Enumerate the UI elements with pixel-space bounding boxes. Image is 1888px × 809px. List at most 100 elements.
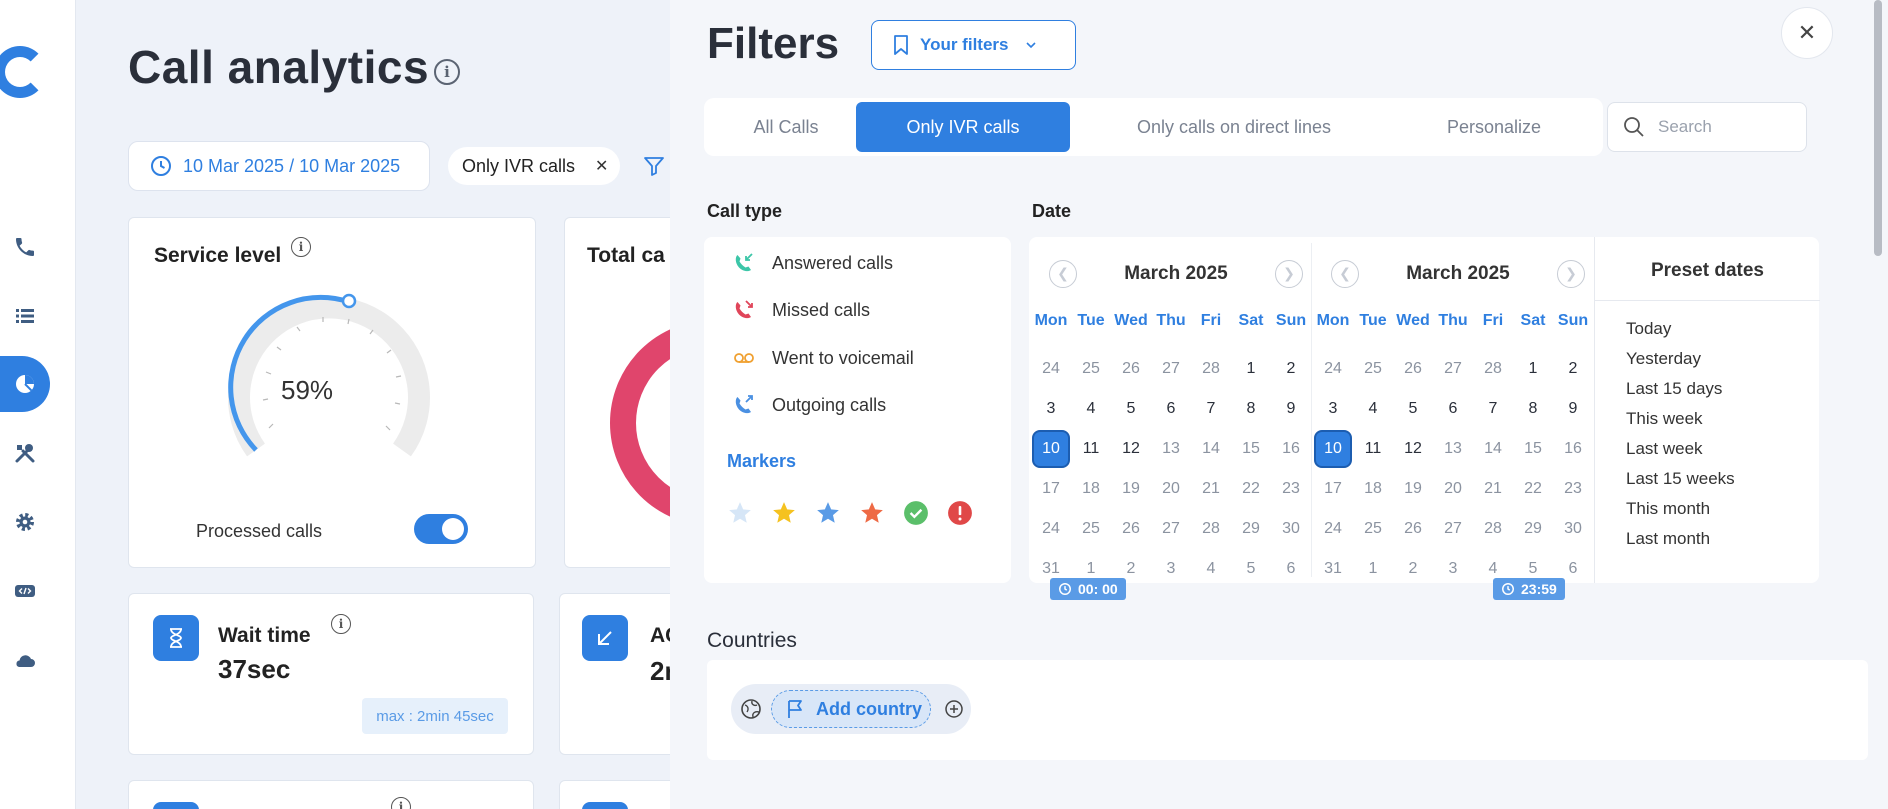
- calendar-day[interactable]: 29: [1513, 509, 1553, 549]
- calendar-day[interactable]: 14: [1191, 429, 1231, 469]
- end-time-badge[interactable]: 23:59: [1493, 578, 1565, 600]
- call-type-outgoing[interactable]: Outgoing calls: [732, 391, 886, 419]
- calendar-day[interactable]: 27: [1433, 349, 1473, 389]
- calendar-day[interactable]: 19: [1393, 469, 1433, 509]
- calendar-day[interactable]: 26: [1393, 509, 1433, 549]
- tab-all-calls[interactable]: All Calls: [712, 102, 860, 152]
- calendar-day[interactable]: 23: [1271, 469, 1311, 509]
- calendar-day[interactable]: 26: [1111, 509, 1151, 549]
- calendar-day[interactable]: 6: [1151, 389, 1191, 429]
- plus-circle-icon[interactable]: [944, 699, 964, 719]
- calendar-day[interactable]: 25: [1353, 509, 1393, 549]
- calendar-day[interactable]: 1: [1353, 549, 1393, 589]
- calendar-day[interactable]: 18: [1353, 469, 1393, 509]
- calendar-day[interactable]: 3: [1313, 389, 1353, 429]
- calendar-day[interactable]: 3: [1433, 549, 1473, 589]
- info-icon[interactable]: i: [434, 59, 460, 85]
- date-range-button[interactable]: 10 Mar 2025 / 10 Mar 2025: [128, 141, 430, 191]
- calendar-day[interactable]: 23: [1553, 469, 1593, 509]
- tab-only-direct-lines[interactable]: Only calls on direct lines: [1078, 102, 1390, 152]
- add-country-button[interactable]: Add country: [771, 690, 931, 728]
- start-time-badge[interactable]: 00: 00: [1050, 578, 1126, 600]
- star-orange-icon[interactable]: [858, 499, 886, 527]
- calendar-day[interactable]: 28: [1473, 349, 1513, 389]
- calendar-day[interactable]: 5: [1393, 389, 1433, 429]
- calendar-day[interactable]: 24: [1313, 349, 1353, 389]
- pie-chart-icon[interactable]: [0, 356, 50, 412]
- calendar-day[interactable]: 7: [1473, 389, 1513, 429]
- call-type-voicemail[interactable]: Went to voicemail: [732, 344, 914, 372]
- calendar-day[interactable]: 13: [1151, 429, 1191, 469]
- calendar-day[interactable]: 1: [1513, 349, 1553, 389]
- star-outline-icon[interactable]: [726, 499, 754, 527]
- calendar-day[interactable]: 16: [1553, 429, 1593, 469]
- preset-last-month[interactable]: Last month: [1626, 529, 1710, 549]
- scrollbar[interactable]: [1868, 0, 1888, 809]
- calendar-day[interactable]: 28: [1191, 349, 1231, 389]
- calendar-day[interactable]: 1: [1231, 349, 1271, 389]
- calendar-day[interactable]: 6: [1433, 389, 1473, 429]
- calendar-day[interactable]: 27: [1151, 509, 1191, 549]
- calendar-day[interactable]: 16: [1271, 429, 1311, 469]
- calendar-day[interactable]: 8: [1513, 389, 1553, 429]
- preset-yesterday[interactable]: Yesterday: [1626, 349, 1701, 369]
- calendar-day[interactable]: 2: [1271, 349, 1311, 389]
- calendar-day[interactable]: 25: [1353, 349, 1393, 389]
- calendar-day[interactable]: 27: [1151, 349, 1191, 389]
- calendar-day[interactable]: 2: [1393, 549, 1433, 589]
- calendar-day[interactable]: 4: [1191, 549, 1231, 589]
- calendar-day[interactable]: 17: [1313, 469, 1353, 509]
- next-month-button[interactable]: ❯: [1556, 260, 1585, 288]
- selected-day[interactable]: 10: [1032, 430, 1070, 468]
- list-icon[interactable]: [0, 291, 50, 341]
- calendar-day[interactable]: 18: [1071, 469, 1111, 509]
- search-input[interactable]: [1658, 117, 1788, 137]
- close-icon[interactable]: ✕: [595, 156, 608, 176]
- prev-month-button[interactable]: ❮: [1049, 260, 1077, 288]
- calendar-day[interactable]: 26: [1393, 349, 1433, 389]
- info-icon[interactable]: i: [391, 797, 411, 809]
- calendar-day[interactable]: 11: [1071, 429, 1111, 469]
- calendar-day[interactable]: 28: [1191, 509, 1231, 549]
- star-yellow-icon[interactable]: [770, 499, 798, 527]
- calendar-day[interactable]: 30: [1271, 509, 1311, 549]
- calendar-day[interactable]: 25: [1071, 509, 1111, 549]
- calendar-day[interactable]: 30: [1553, 509, 1593, 549]
- calendar-day[interactable]: 20: [1433, 469, 1473, 509]
- calendar-day[interactable]: 14: [1473, 429, 1513, 469]
- preset-last-week[interactable]: Last week: [1626, 439, 1703, 459]
- calendar-day[interactable]: 22: [1513, 469, 1553, 509]
- calendar-day[interactable]: 29: [1231, 509, 1271, 549]
- calendar-day[interactable]: 24: [1313, 509, 1353, 549]
- cloud-icon[interactable]: [0, 636, 50, 686]
- calendar-day[interactable]: 3: [1151, 549, 1191, 589]
- calendar-day[interactable]: 9: [1271, 389, 1311, 429]
- scroll-thumb[interactable]: [1874, 0, 1882, 256]
- phone-icon[interactable]: [0, 222, 50, 272]
- calendar-day[interactable]: 20: [1151, 469, 1191, 509]
- tools-icon[interactable]: [0, 428, 50, 478]
- calendar-day[interactable]: 12: [1393, 429, 1433, 469]
- calendar-day[interactable]: 5: [1111, 389, 1151, 429]
- your-filters-dropdown[interactable]: Your filters: [871, 20, 1076, 70]
- calendar-day[interactable]: 25: [1071, 349, 1111, 389]
- calendar-day[interactable]: 13: [1433, 429, 1473, 469]
- gear-icon[interactable]: [0, 497, 50, 547]
- prev-month-button[interactable]: ❮: [1331, 260, 1359, 288]
- tab-only-ivr-calls[interactable]: Only IVR calls: [856, 102, 1070, 152]
- star-blue-icon[interactable]: [814, 499, 842, 527]
- next-month-button[interactable]: ❯: [1274, 260, 1303, 288]
- check-icon[interactable]: [902, 499, 930, 527]
- calendar-day[interactable]: 21: [1473, 469, 1513, 509]
- selected-day[interactable]: 10: [1314, 430, 1352, 468]
- preset-last-15-weeks[interactable]: Last 15 weeks: [1626, 469, 1735, 489]
- call-type-answered[interactable]: Answered calls: [732, 249, 893, 277]
- calendar-day[interactable]: 26: [1111, 349, 1151, 389]
- calendar-day[interactable]: 24: [1031, 509, 1071, 549]
- tab-personalize[interactable]: Personalize: [1396, 102, 1592, 152]
- calendar-day[interactable]: 11: [1353, 429, 1393, 469]
- info-icon[interactable]: i: [291, 237, 311, 257]
- calendar-day[interactable]: 5: [1231, 549, 1271, 589]
- info-icon[interactable]: i: [331, 614, 351, 634]
- call-type-missed[interactable]: Missed calls: [732, 296, 870, 324]
